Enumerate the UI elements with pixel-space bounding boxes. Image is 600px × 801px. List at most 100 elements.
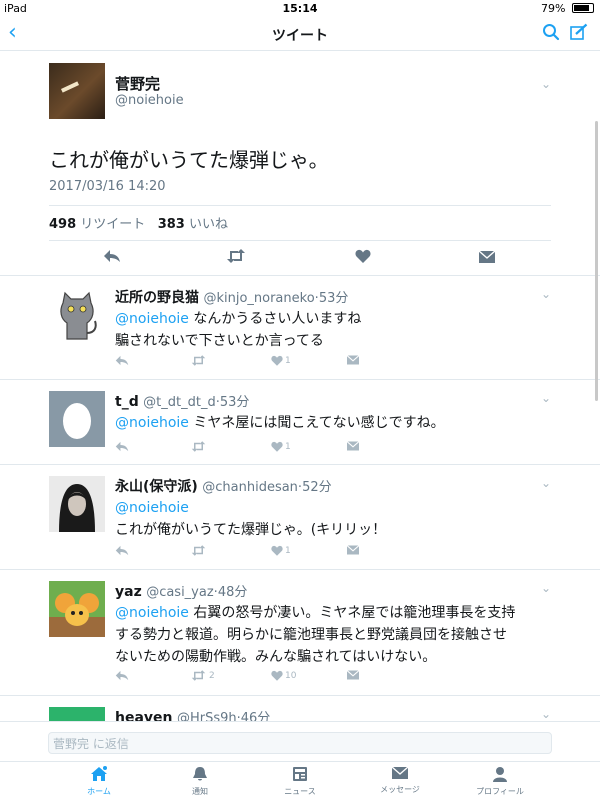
like-count[interactable]: 383 [158, 217, 185, 232]
share-mail-icon[interactable] [346, 545, 360, 558]
reply-author-handle[interactable]: @t_dt_dt_d [143, 395, 216, 410]
reply-text: @noiehoie 右翼の怒号が凄い。ミヤネ屋では籠池理事長を支持 する勢力と報… [115, 602, 555, 668]
reply-icon[interactable] [115, 545, 129, 559]
retweet-label[interactable]: リツイート [80, 217, 145, 232]
tab-news[interactable]: ニュース [250, 766, 350, 797]
page-title: ツイート [272, 28, 328, 44]
reply-avatar[interactable] [49, 707, 105, 721]
reply-text: @noiehoie ミヤネ屋には聞こえてない感じですね。 [115, 412, 555, 434]
share-mail-icon[interactable] [346, 441, 360, 454]
reply-icon[interactable] [115, 441, 129, 455]
reply-avatar[interactable] [49, 581, 105, 637]
reply-mention-link[interactable]: @noiehoie [115, 500, 189, 516]
reply-author-handle[interactable]: @kinjo_noraneko [203, 291, 314, 306]
tweet-text: これが俺がいうてた爆弾じゃ。 [49, 148, 329, 172]
share-mail-icon[interactable] [346, 670, 360, 683]
reply-mention-link[interactable]: @noiehoie [115, 311, 189, 327]
scrollbar[interactable] [595, 121, 598, 401]
reply-header: 永山(保守派) @chanhidesan·52分 [115, 479, 332, 495]
nav-bar: ‹ ツイート [0, 16, 600, 51]
reply-text-line: する勢力と報道。明らかに籠池理事長と野党議員団を接触させ [115, 627, 507, 643]
like-heart-icon[interactable] [355, 248, 371, 267]
tab-label: 通知 [192, 787, 208, 796]
retweet-icon[interactable] [191, 670, 206, 684]
reply-author-handle[interactable]: @chanhidesan [202, 480, 298, 495]
author-avatar[interactable] [49, 63, 105, 119]
like-heart-icon[interactable] [271, 355, 283, 369]
share-mail-icon[interactable] [478, 248, 496, 267]
reply-icon[interactable] [115, 670, 129, 684]
retweet-icon[interactable] [226, 248, 246, 267]
reply-actions: 1 [115, 545, 365, 559]
reply-icon[interactable] [103, 248, 121, 267]
status-bar: iPad 15:14 79% [0, 0, 600, 16]
tab-messages[interactable]: メッセージ [350, 766, 450, 795]
retweet-icon[interactable] [191, 545, 206, 559]
like-heart-icon[interactable] [271, 545, 283, 559]
tab-bar: ホーム 通知 ニュース メッセージ プロフィール [0, 761, 600, 801]
retweet-icon[interactable] [191, 355, 206, 369]
like-label[interactable]: いいね [189, 217, 228, 232]
clock: 15:14 [282, 2, 318, 15]
reply-header: 近所の野良猫 @kinjo_noraneko·53分 [115, 290, 349, 306]
reply-item[interactable]: heaven @HrSs9h·46分 ⌄ [0, 695, 600, 721]
reply-menu-chevron-icon[interactable]: ⌄ [541, 707, 551, 721]
reply-actions: 1 [115, 355, 365, 369]
tab-notifications[interactable]: 通知 [150, 766, 250, 797]
reply-item[interactable]: t_d @t_dt_dt_d·53分 ⌄ @noiehoie ミヤネ屋には聞こえ… [0, 379, 600, 465]
home-icon [49, 766, 149, 784]
reply-actions: 1 [115, 441, 365, 455]
reply-author-name[interactable]: heaven [115, 710, 173, 721]
reply-time: 52分 [302, 480, 332, 495]
envelope-icon [350, 766, 450, 782]
tab-profile[interactable]: プロフィール [450, 766, 550, 797]
reply-avatar[interactable] [49, 287, 105, 343]
reply-menu-chevron-icon[interactable]: ⌄ [541, 476, 551, 490]
reply-retweet-count: 2 [209, 671, 215, 681]
reply-author-name[interactable]: yaz [115, 584, 142, 600]
tweet-detail: 菅野完 @noiehoie ⌄ これが俺がいうてた爆弾じゃ。 2017/03/1… [0, 51, 600, 721]
reply-icon[interactable] [115, 355, 129, 369]
reply-text: @noiehoie これが俺がいうてた爆弾じゃ。(キリリッ！ [115, 497, 555, 541]
divider [49, 205, 551, 206]
battery-indicator: 79% [541, 2, 594, 15]
search-icon[interactable] [542, 23, 560, 45]
tweet-actions [49, 248, 551, 268]
reply-composer: 菅野完 に返信 [0, 721, 600, 762]
reply-item[interactable]: yaz @casi_yaz·48分 ⌄ @noiehoie 右翼の怒号が凄い。ミ… [0, 569, 600, 696]
reply-item[interactable]: 永山(保守派) @chanhidesan·52分 ⌄ @noiehoie これが… [0, 464, 600, 570]
reply-menu-chevron-icon[interactable]: ⌄ [541, 287, 551, 301]
tab-label: ニュース [284, 787, 316, 796]
reply-text-line: 騙されないで下さいとか言ってる [115, 333, 324, 349]
reply-text-line: ないための陽動作戦。みんな騙されてはいけない。 [115, 649, 437, 665]
reply-like-count: 1 [285, 442, 291, 452]
reply-author-name[interactable]: 近所の野良猫 [115, 290, 199, 306]
reply-mention-link[interactable]: @noiehoie [115, 415, 189, 431]
reply-menu-chevron-icon[interactable]: ⌄ [541, 581, 551, 595]
reply-avatar[interactable] [49, 391, 105, 447]
tab-home[interactable]: ホーム [49, 766, 149, 797]
share-mail-icon[interactable] [346, 355, 360, 368]
reply-author-name[interactable]: 永山(保守派) [115, 479, 198, 495]
reply-time: 46分 [240, 711, 271, 721]
tab-label: ホーム [87, 787, 111, 796]
divider [49, 240, 551, 241]
reply-avatar[interactable] [49, 476, 105, 532]
reply-author-handle[interactable]: @HrSs9h [177, 711, 237, 721]
reply-author-name[interactable]: t_d [115, 394, 139, 410]
compose-tweet-icon[interactable] [570, 23, 588, 45]
reply-author-handle[interactable]: @casi_yaz [146, 585, 213, 600]
like-heart-icon[interactable] [271, 441, 283, 455]
reply-menu-chevron-icon[interactable]: ⌄ [541, 391, 551, 405]
retweet-count[interactable]: 498 [49, 217, 76, 232]
reply-mention-link[interactable]: @noiehoie [115, 605, 189, 621]
like-heart-icon[interactable] [271, 670, 283, 684]
author-name[interactable]: 菅野完 [115, 73, 160, 94]
tweet-menu-chevron-icon[interactable]: ⌄ [541, 77, 551, 91]
reply-time: 53分 [318, 291, 349, 306]
retweet-icon[interactable] [191, 441, 206, 455]
reply-input[interactable]: 菅野完 に返信 [48, 732, 552, 754]
tab-label: プロフィール [476, 787, 524, 796]
reply-item[interactable]: 近所の野良猫 @kinjo_noraneko·53分 ⌄ @noiehoie な… [0, 275, 600, 380]
author-handle[interactable]: @noiehoie [115, 93, 184, 108]
